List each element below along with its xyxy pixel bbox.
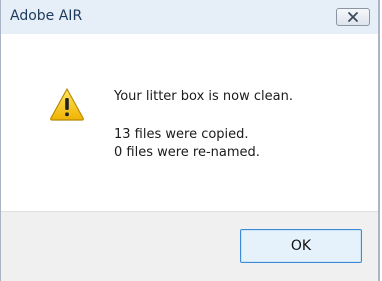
warning-icon [50,88,84,121]
dialog-content: Your litter box is now clean. 13 files w… [1,34,378,211]
message-detail-renamed: 0 files were re-named. [114,145,260,160]
window-title: Adobe AIR [10,8,83,24]
ok-button[interactable]: OK [240,229,362,263]
button-bar: OK [1,211,378,281]
dialog-window: Adobe AIR Your litter box is now clean. … [0,0,380,281]
message-detail-copied: 13 files were copied. [114,127,249,142]
message-text: Your litter box is now clean. 13 files w… [114,88,293,162]
title-bar[interactable]: Adobe AIR [1,0,378,34]
close-button[interactable] [336,8,370,26]
message-main: Your litter box is now clean. [114,89,293,104]
close-icon [348,12,358,22]
